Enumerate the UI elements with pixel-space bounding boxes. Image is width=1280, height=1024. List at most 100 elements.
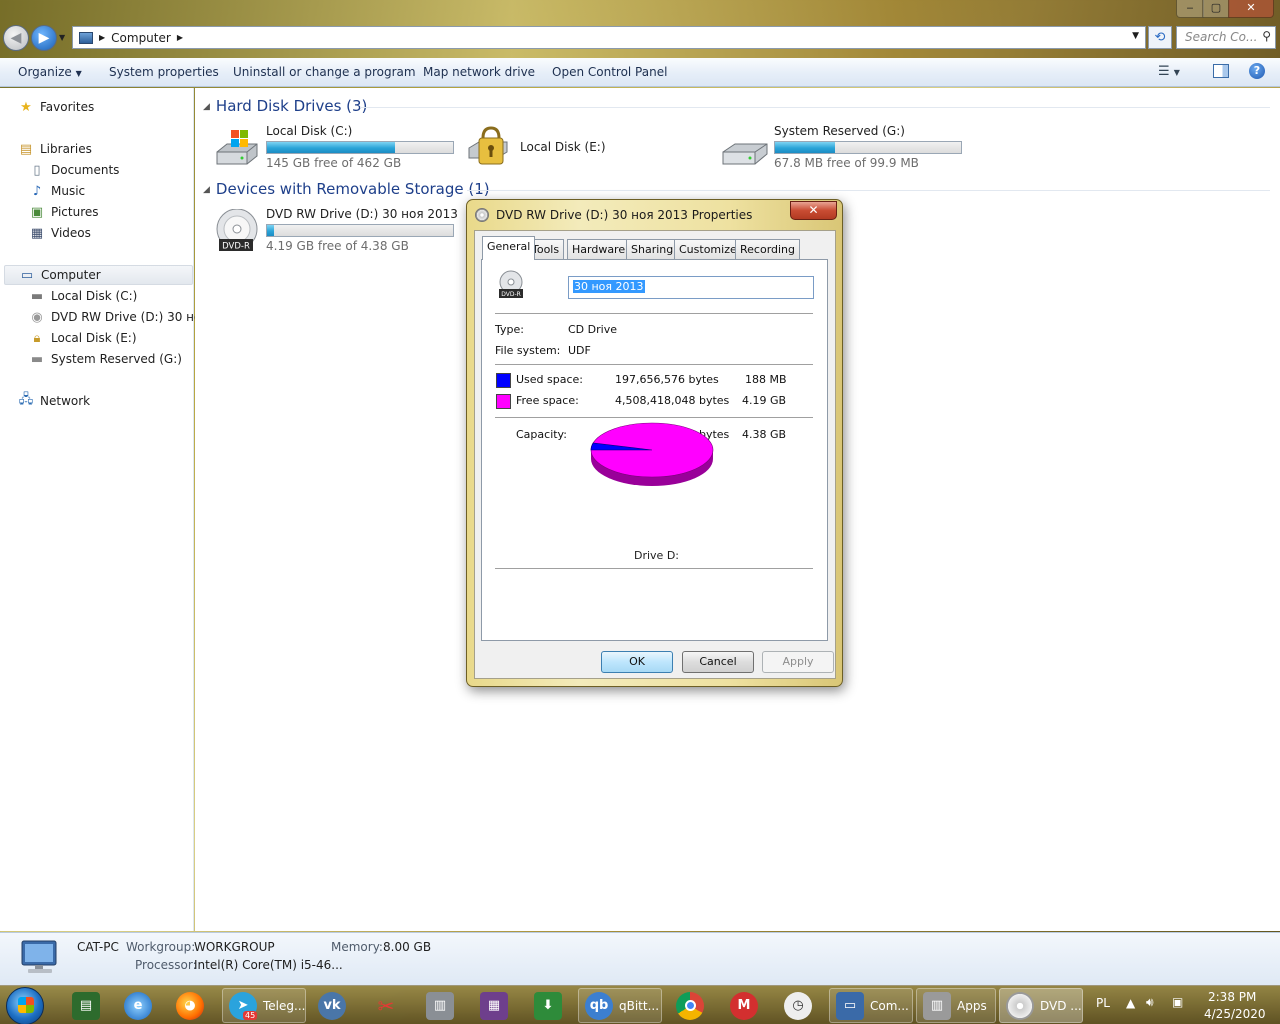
drive-e-name: Local Disk (E:) — [520, 140, 606, 154]
drive-d-usage-bar — [266, 224, 454, 237]
navigation-pane: ★ Favorites ▤ Libraries ▯ Documents ♪ Mu… — [0, 88, 220, 931]
nav-pictures[interactable]: ▣ Pictures — [29, 202, 99, 222]
close-button[interactable]: ✕ — [1228, 0, 1274, 18]
network-icon[interactable]: ▣ — [1172, 995, 1183, 1009]
tab-sharing[interactable]: Sharing — [626, 239, 679, 259]
volume-label-input[interactable]: 30 ноя 2013 — [568, 276, 814, 299]
map-network-drive-button[interactable]: Map network drive — [423, 65, 535, 79]
taskbar-apps[interactable]: ▥ Apps — [916, 988, 996, 1023]
apps-folder-icon: ▥ — [923, 991, 951, 1020]
nav-music[interactable]: ♪ Music — [29, 181, 85, 201]
properties-dialog: DVD RW Drive (D:) 30 ноя 2013 Properties… — [466, 199, 843, 687]
recent-pages-dropdown[interactable]: ▼ — [59, 33, 65, 42]
taskbar-ie[interactable]: e — [118, 988, 162, 1023]
taskbar-firefox[interactable]: ◕ — [170, 988, 214, 1023]
ok-button[interactable]: OK — [601, 651, 673, 673]
refresh-button[interactable]: ⟲ — [1148, 26, 1172, 49]
forward-button[interactable]: ▶ — [31, 25, 57, 51]
system-properties-button[interactable]: System properties — [109, 65, 219, 79]
computer-task-label: Com... — [870, 998, 909, 1013]
nav-libraries-label: Libraries — [40, 142, 92, 156]
address-bar[interactable]: ▶ Computer ▶ ▼ — [72, 26, 1146, 49]
scissors-icon: ✂ — [377, 993, 395, 1018]
drive-e-tile[interactable]: Local Disk (E:) — [467, 124, 717, 174]
language-indicator[interactable]: PL — [1096, 996, 1110, 1010]
nav-pictures-label: Pictures — [51, 205, 99, 219]
capacity-size: 4.38 GB — [742, 428, 787, 441]
help-button[interactable]: ? — [1249, 63, 1265, 79]
nav-drive-e[interactable]: 🔒︎ Local Disk (E:) — [29, 328, 137, 348]
dialog-close-button[interactable]: ✕ — [790, 201, 837, 220]
nav-favorites[interactable]: ★ Favorites — [18, 97, 94, 117]
taskbar-qbittorrent[interactable]: qb qBitt... — [578, 988, 662, 1023]
taskbar-mail[interactable]: M — [724, 988, 768, 1023]
start-button[interactable] — [6, 987, 44, 1024]
drive-d-usage-fill — [267, 225, 275, 236]
tab-recording[interactable]: Recording — [735, 239, 801, 259]
taskbar-download[interactable]: ⬇ — [528, 988, 572, 1023]
change-view-button[interactable]: ☰ ▼ — [1158, 64, 1180, 79]
taskbar-chrome[interactable] — [670, 988, 714, 1023]
tab-general[interactable]: General — [482, 236, 536, 260]
arrow-right-icon: ▶ — [38, 30, 50, 46]
hard-disk-drives-header[interactable]: ◢ Hard Disk Drives (3) — [203, 97, 367, 115]
drive-g-free-text: 67.8 MB free of 99.9 MB — [774, 156, 919, 170]
nav-documents[interactable]: ▯ Documents — [29, 160, 119, 180]
organize-menu[interactable]: Organize ▼ — [18, 65, 82, 79]
nav-computer[interactable]: ▭ Computer — [4, 265, 193, 285]
nav-videos[interactable]: ▦ Videos — [29, 223, 91, 243]
free-space-size: 4.19 GB — [742, 394, 787, 407]
clock-date[interactable]: 4/25/2020 — [1204, 1007, 1266, 1021]
filesystem-value: UDF — [568, 344, 591, 357]
clock-time[interactable]: 2:38 PM — [1208, 990, 1256, 1004]
maximize-button[interactable]: ▢ — [1202, 0, 1230, 18]
nav-network[interactable]: 🖧︎ Network — [18, 391, 90, 411]
taskbar-vk[interactable]: vk — [312, 988, 356, 1023]
taskbar-clock-app[interactable]: ◷ — [778, 988, 822, 1023]
back-button[interactable]: ◀ — [3, 25, 29, 51]
minimize-button[interactable]: ‒ — [1176, 0, 1204, 18]
breadcrumb-arrow-icon[interactable]: ▶ — [99, 33, 105, 42]
chevron-down-icon: ▼ — [75, 69, 82, 78]
nav-drive-d[interactable]: ◉ DVD RW Drive (D:) 30 ноя 2 — [29, 307, 220, 327]
used-space-swatch — [496, 373, 511, 388]
drive-c-usage-fill — [267, 142, 396, 153]
nav-drive-g[interactable]: ▬ System Reserved (G:) — [29, 349, 182, 369]
tab-hardware[interactable]: Hardware — [567, 239, 631, 259]
capacity-label: Capacity: — [516, 428, 567, 441]
drive-c-name: Local Disk (C:) — [266, 124, 353, 138]
taskbar-task-manager[interactable]: ▤ — [66, 988, 110, 1023]
removable-storage-header[interactable]: ◢ Devices with Removable Storage (1) — [203, 180, 490, 198]
nav-drive-c[interactable]: ▬ Local Disk (C:) — [29, 286, 137, 306]
nav-libraries[interactable]: ▤ Libraries — [18, 139, 92, 159]
dvd-disc-icon: DVD-R — [499, 270, 523, 298]
tab-customize[interactable]: Customize — [674, 239, 742, 259]
taskbar-snipping[interactable]: ✂ — [366, 988, 410, 1023]
address-dropdown-icon[interactable]: ▼ — [1132, 31, 1139, 41]
drive-d-tile[interactable]: DVD-R DVD RW Drive (D:) 30 ноя 2013 4.19… — [213, 207, 463, 257]
free-space-label: Free space: — [516, 394, 579, 407]
drive-c-tile[interactable]: Local Disk (C:) 145 GB free of 462 GB — [213, 124, 463, 174]
taskbar-computer[interactable]: ▭ Com... — [829, 988, 913, 1023]
drive-g-tile[interactable]: System Reserved (G:) 67.8 MB free of 99.… — [721, 124, 971, 174]
divider — [495, 313, 813, 314]
nav-music-label: Music — [51, 184, 86, 198]
cancel-button[interactable]: Cancel — [682, 651, 754, 673]
breadcrumb-computer[interactable]: Computer — [111, 31, 171, 45]
view-options-icon: ☰ — [1158, 64, 1170, 79]
nav-drive-e-label: Local Disk (E:) — [51, 331, 137, 345]
show-hidden-icons-icon[interactable]: ▲ — [1126, 996, 1135, 1010]
apply-button[interactable]: Apply — [762, 651, 834, 673]
breadcrumb-arrow-icon[interactable]: ▶ — [177, 33, 183, 42]
volume-icon[interactable]: 🔊︎ — [1146, 995, 1154, 1010]
taskbar-dvd-properties[interactable]: DVD ... — [999, 988, 1083, 1023]
taskbar-telegram[interactable]: ➤ Teleg... 45 — [222, 988, 306, 1023]
uninstall-program-button[interactable]: Uninstall or change a program — [233, 65, 416, 79]
nav-computer-label: Computer — [41, 268, 101, 282]
taskbar-files[interactable]: ▥ — [420, 988, 464, 1023]
search-input[interactable]: Search Co... ⚲ — [1176, 26, 1276, 49]
open-control-panel-button[interactable]: Open Control Panel — [552, 65, 667, 79]
search-icon[interactable]: ⚲ — [1262, 29, 1271, 43]
taskbar-winrar[interactable]: ▦ — [474, 988, 518, 1023]
preview-pane-button[interactable] — [1213, 64, 1229, 78]
